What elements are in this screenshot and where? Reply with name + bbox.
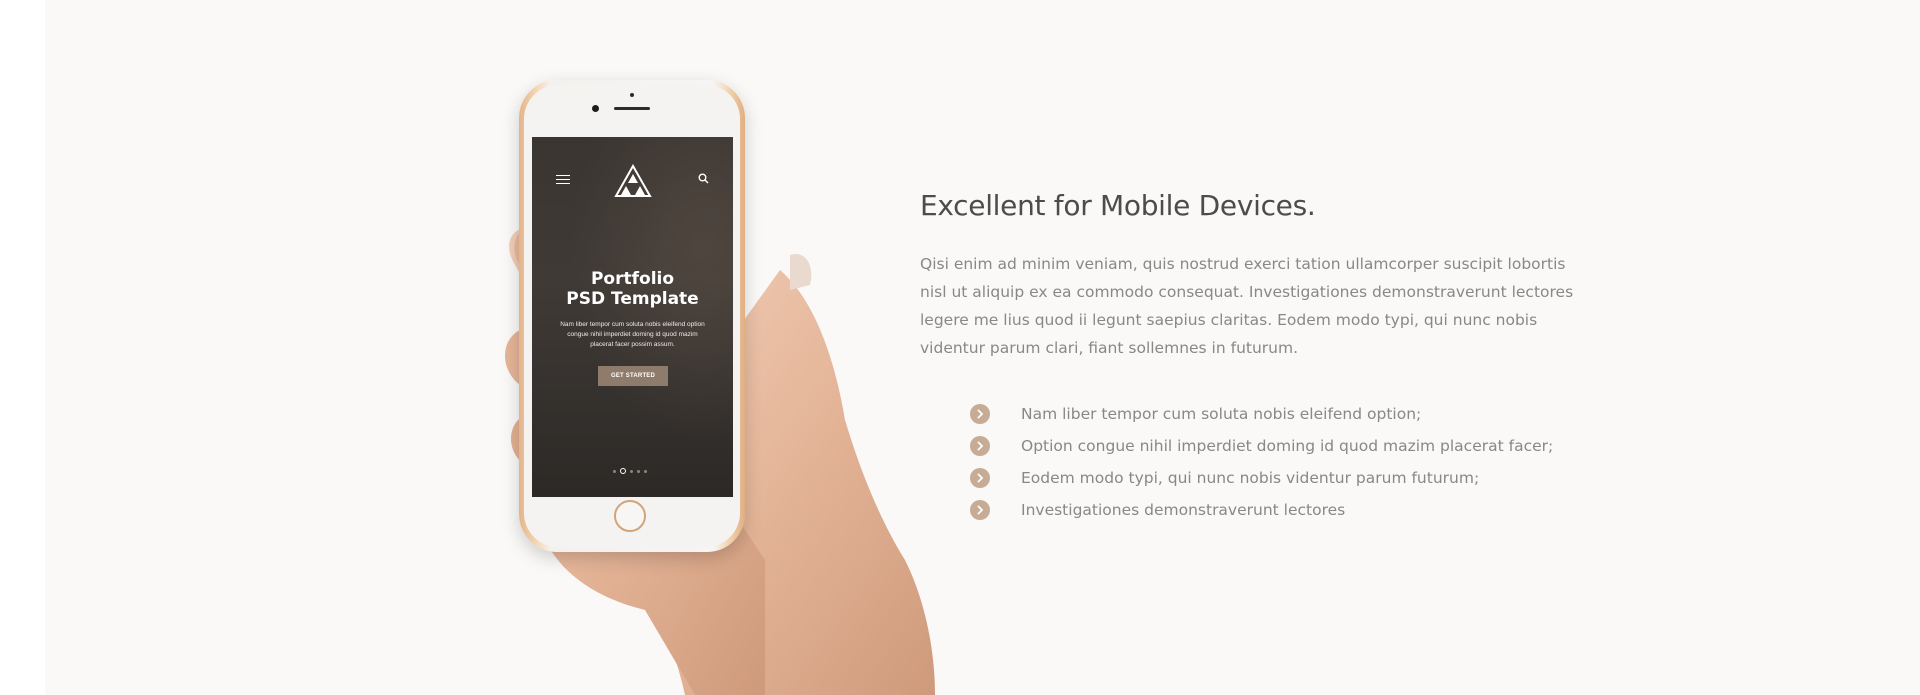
list-item: Eodem modo typi, qui nunc nobis videntur… <box>970 462 1620 494</box>
mobile-feature-section: Portfolio PSD Template Nam liber tempor … <box>45 0 1920 695</box>
phone-sensor <box>630 93 634 97</box>
chevron-right-icon <box>970 500 990 520</box>
list-item: Investigationes demonstraverunt lectores <box>970 494 1620 526</box>
phone-home-button <box>614 500 646 532</box>
section-paragraph: Qisi enim ad minim veniam, quis nostrud … <box>920 255 1574 357</box>
feature-text: Option congue nihil imperdiet doming id … <box>1021 437 1554 455</box>
feature-content: Excellent for Mobile Devices. Qisi enim … <box>920 184 1620 526</box>
slider-dot[interactable] <box>644 469 647 473</box>
slider-dot[interactable] <box>637 469 640 473</box>
feature-text: Investigationes demonstraverunt lectores <box>1021 501 1346 519</box>
phone-speaker <box>614 107 650 110</box>
chevron-right-icon <box>970 436 990 456</box>
list-item: Nam liber tempor cum soluta nobis eleife… <box>970 398 1620 430</box>
hand-illustration <box>505 227 935 695</box>
screen-title: Portfolio PSD Template <box>566 269 699 309</box>
phone-mockup: Portfolio PSD Template Nam liber tempor … <box>519 80 745 552</box>
triangle-logo-icon[interactable] <box>614 164 652 198</box>
feature-list: Nam liber tempor cum soluta nobis eleife… <box>970 398 1620 526</box>
phone-screen: Portfolio PSD Template Nam liber tempor … <box>532 137 733 497</box>
slider-dot[interactable] <box>630 469 633 473</box>
slider-dot[interactable] <box>613 469 616 473</box>
list-item: Option congue nihil imperdiet doming id … <box>970 430 1620 462</box>
feature-text: Nam liber tempor cum soluta nobis eleife… <box>1021 405 1422 423</box>
hamburger-icon[interactable] <box>556 175 570 185</box>
slider-dots <box>613 468 647 474</box>
chevron-right-icon <box>970 404 990 424</box>
get-started-button[interactable]: GET STARTED <box>598 366 668 386</box>
chevron-right-icon <box>970 468 990 488</box>
search-icon[interactable] <box>698 173 709 184</box>
screen-description: Nam liber tempor cum soluta nobis eleife… <box>560 321 705 348</box>
phone-camera <box>592 105 599 112</box>
feature-text: Eodem modo typi, qui nunc nobis videntur… <box>1021 469 1480 487</box>
section-heading: Excellent for Mobile Devices. <box>920 189 1316 222</box>
slider-dot-active[interactable] <box>620 468 626 474</box>
